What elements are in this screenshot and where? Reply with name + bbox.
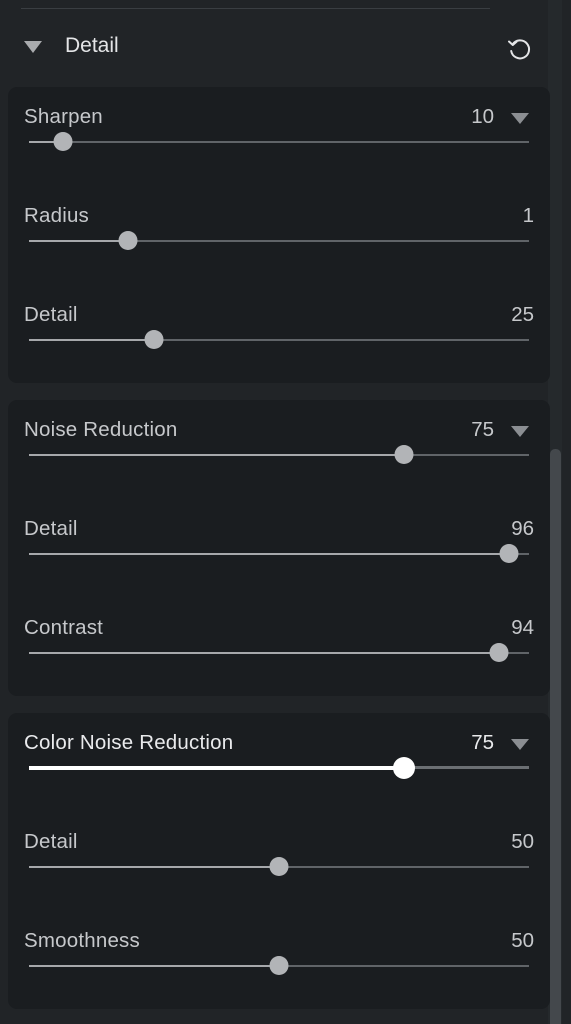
slider-row-smoothness: Smoothness 50 xyxy=(8,929,550,999)
slider-fill xyxy=(29,866,279,868)
slider-label: Sharpen xyxy=(24,105,103,128)
top-divider xyxy=(21,8,490,9)
caret-down-icon[interactable] xyxy=(511,739,529,750)
slider-thumb[interactable] xyxy=(489,643,509,662)
slider-fill xyxy=(29,454,404,456)
slider-label: Detail xyxy=(24,830,78,853)
slider-row-radius: Radius 1 xyxy=(8,204,550,274)
slider-fill xyxy=(29,240,128,242)
slider-fill xyxy=(29,339,154,341)
detail-section-header[interactable]: Detail xyxy=(0,25,550,69)
slider-fill xyxy=(29,766,404,770)
slider-row-nr-detail: Detail 96 xyxy=(8,517,550,587)
slider-value[interactable]: 94 xyxy=(511,616,534,640)
slider-label: Radius xyxy=(24,204,90,227)
slider-label: Detail xyxy=(24,303,78,326)
slider-thumb[interactable] xyxy=(499,544,519,563)
slider-thumb[interactable] xyxy=(144,330,164,349)
caret-down-icon[interactable] xyxy=(511,113,529,124)
slider-row-cnr-detail: Detail 50 xyxy=(8,830,550,900)
slider-thumb[interactable] xyxy=(393,757,415,779)
slider-value[interactable]: 75 xyxy=(471,731,494,755)
slider-fill xyxy=(29,553,509,555)
slider-row-color-noise-reduction: Color Noise Reduction 75 xyxy=(8,731,550,801)
triangle-down-icon[interactable] xyxy=(24,41,42,53)
noise-reduction-slider[interactable] xyxy=(29,443,529,467)
slider-value[interactable]: 50 xyxy=(511,929,534,953)
smoothness-slider[interactable] xyxy=(29,954,529,978)
slider-fill xyxy=(29,965,279,967)
slider-fill xyxy=(29,652,499,654)
noise-contrast-slider[interactable] xyxy=(29,641,529,665)
slider-value[interactable]: 50 xyxy=(511,830,534,854)
color-noise-reduction-card: Color Noise Reduction 75 Detail 50 Smoot… xyxy=(8,713,550,1009)
color-noise-reduction-slider[interactable] xyxy=(29,756,529,780)
slider-thumb[interactable] xyxy=(269,956,289,975)
slider-row-contrast: Contrast 94 xyxy=(8,616,550,686)
slider-row-sharpen: Sharpen 10 xyxy=(8,105,550,175)
section-title: Detail xyxy=(65,34,119,57)
slider-label: Contrast xyxy=(24,616,104,639)
slider-value[interactable]: 25 xyxy=(511,303,534,327)
slider-row-noise-reduction: Noise Reduction 75 xyxy=(8,418,550,488)
caret-down-icon[interactable] xyxy=(511,426,529,437)
sharpen-detail-slider[interactable] xyxy=(29,328,529,352)
slider-thumb[interactable] xyxy=(394,445,414,464)
slider-value[interactable]: 75 xyxy=(471,418,494,442)
color-noise-detail-slider[interactable] xyxy=(29,855,529,879)
slider-label: Smoothness xyxy=(24,929,140,952)
slider-label: Detail xyxy=(24,517,78,540)
noise-reduction-card: Noise Reduction 75 Detail 96 Contrast 94 xyxy=(8,400,550,696)
slider-value[interactable]: 96 xyxy=(511,517,534,541)
slider-thumb[interactable] xyxy=(118,231,137,250)
noise-detail-slider[interactable] xyxy=(29,542,529,566)
radius-slider[interactable] xyxy=(29,229,529,253)
reset-icon[interactable] xyxy=(505,34,533,62)
slider-thumb[interactable] xyxy=(53,132,72,151)
slider-label: Noise Reduction xyxy=(24,418,178,441)
slider-row-detail: Detail 25 xyxy=(8,303,550,373)
slider-track xyxy=(29,141,529,143)
slider-thumb[interactable] xyxy=(269,857,289,876)
sharpen-card: Sharpen 10 Radius 1 Detail 25 xyxy=(8,87,550,383)
slider-value[interactable]: 1 xyxy=(523,204,534,228)
slider-value[interactable]: 10 xyxy=(471,105,494,129)
scrollbar-thumb[interactable] xyxy=(550,449,561,1024)
slider-label: Color Noise Reduction xyxy=(24,731,234,754)
sharpen-slider[interactable] xyxy=(29,130,529,154)
